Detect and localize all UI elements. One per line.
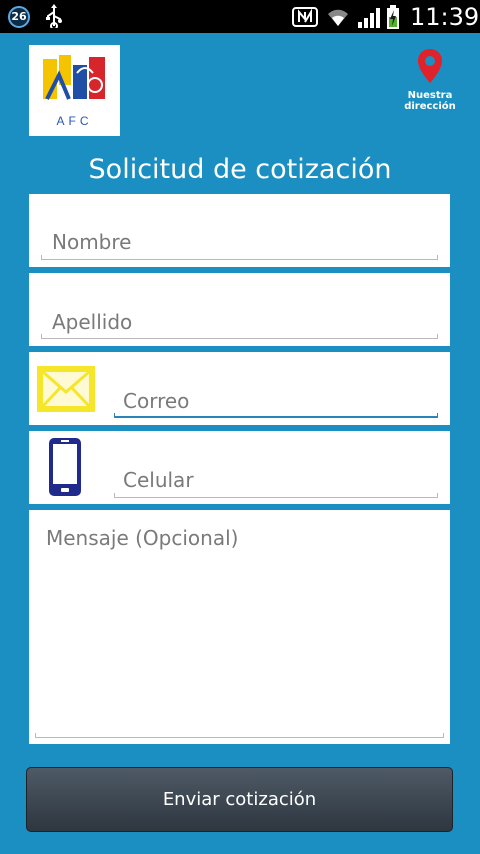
- notification-badge[interactable]: 26: [8, 6, 30, 28]
- phone-row: Celular: [29, 431, 450, 504]
- location-label-line1: Nuestra: [407, 90, 453, 101]
- wifi-icon: [328, 9, 348, 26]
- last-name-underline: [41, 334, 438, 339]
- first-name-placeholder: Nombre: [52, 230, 132, 254]
- send-quote-button[interactable]: Enviar cotización: [26, 767, 453, 832]
- phone-placeholder[interactable]: Celular: [123, 468, 194, 492]
- message-placeholder: Mensaje (Opcional): [46, 526, 239, 550]
- email-placeholder[interactable]: Correo: [123, 389, 189, 413]
- logo-text: AFC: [56, 114, 93, 128]
- clock: 11:39: [410, 3, 480, 31]
- envelope-icon: [37, 366, 95, 412]
- nfc-icon: [292, 7, 318, 27]
- status-bar: 26 11:39: [0, 0, 480, 33]
- company-logo: AFC: [29, 45, 120, 136]
- page-title: Solicitud de cotización: [88, 154, 392, 185]
- email-row: Correo: [29, 352, 450, 425]
- signal-icon: [358, 8, 380, 28]
- our-address-button[interactable]: Nuestra dirección: [400, 48, 460, 112]
- last-name-field[interactable]: Apellido: [29, 273, 450, 346]
- location-pin-icon: [418, 49, 442, 83]
- location-label-line2: dirección: [404, 101, 456, 112]
- email-underline: [114, 413, 438, 418]
- first-name-field[interactable]: Nombre: [29, 194, 450, 267]
- message-underline: [35, 733, 444, 738]
- phone-underline: [114, 493, 438, 498]
- last-name-placeholder: Apellido: [52, 310, 133, 334]
- battery-charging-icon: [387, 5, 399, 29]
- message-field[interactable]: Mensaje (Opcional): [29, 510, 450, 744]
- mobile-phone-icon: [49, 438, 81, 496]
- usb-icon: [46, 4, 62, 28]
- first-name-underline: [41, 255, 438, 260]
